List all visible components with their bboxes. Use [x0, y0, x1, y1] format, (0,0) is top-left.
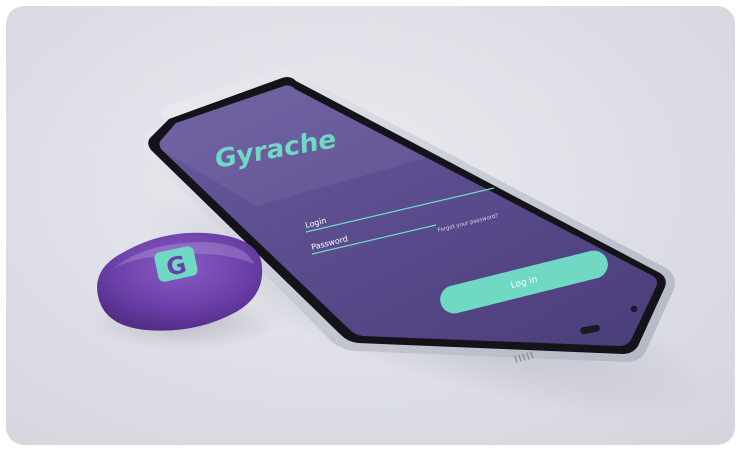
photo-scene: Gyrache Login Password Forgot your passw… [89, 69, 713, 421]
product-photo: Gyrache Login Password Forgot your passw… [6, 6, 735, 445]
headphone-jack [630, 305, 638, 313]
